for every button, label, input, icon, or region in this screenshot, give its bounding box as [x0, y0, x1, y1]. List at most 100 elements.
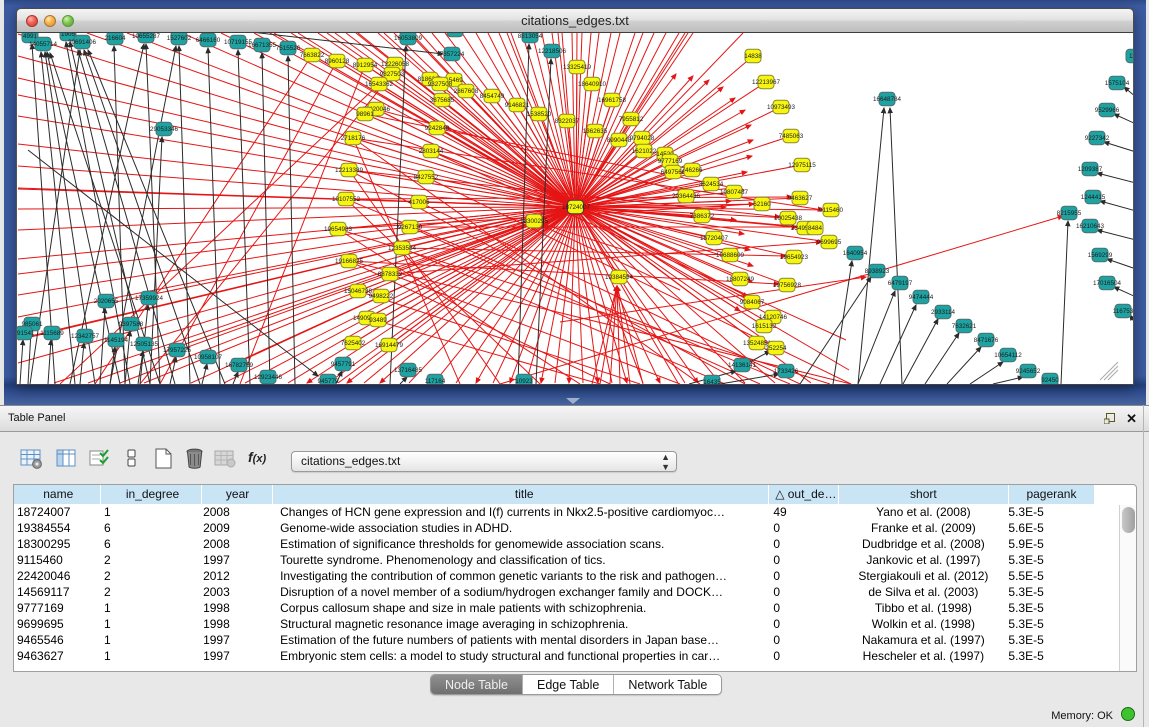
svg-text:1115689: 1115689 [40, 330, 64, 337]
svg-text:17957225: 17957225 [163, 347, 192, 354]
svg-text:9115460: 9115460 [819, 207, 844, 214]
svg-text:10654112: 10654112 [994, 352, 1022, 359]
svg-text:12213967: 12213967 [752, 79, 781, 86]
svg-text:2867608: 2867608 [454, 88, 479, 95]
svg-text:1640954: 1640954 [843, 250, 868, 257]
svg-text:19756928: 19756928 [773, 282, 802, 289]
svg-text:29053346: 29053346 [150, 126, 179, 133]
svg-text:16671355: 16671355 [248, 42, 277, 49]
svg-text:20691406: 20691406 [68, 39, 97, 46]
svg-text:18724007: 18724007 [562, 204, 591, 211]
svg-text:13325419: 13325419 [563, 64, 592, 71]
svg-text:93489: 93489 [369, 317, 387, 324]
svg-text:16648784: 16648784 [873, 96, 902, 103]
svg-text:1362635: 1362635 [583, 128, 608, 135]
svg-text:16782759: 16782759 [225, 362, 254, 369]
svg-text:92450: 92450 [1041, 377, 1059, 384]
svg-text:19654923: 19654923 [780, 254, 809, 261]
svg-text:6479197: 6479197 [888, 280, 913, 287]
svg-text:14055714: 14055714 [29, 41, 58, 48]
svg-text:9084067: 9084067 [740, 299, 765, 306]
svg-text:9463627: 9463627 [788, 195, 813, 202]
svg-text:16435: 16435 [703, 379, 721, 384]
svg-text:10655287: 10655287 [132, 33, 161, 40]
svg-text:9777169: 9777169 [658, 158, 683, 165]
svg-text:18640910: 18640910 [578, 81, 607, 88]
svg-text:9498222: 9498222 [369, 293, 394, 300]
svg-text:8484: 8484 [808, 225, 823, 232]
svg-text:7625402: 7625402 [341, 340, 366, 347]
svg-text:1538520: 1538520 [527, 111, 552, 118]
svg-text:7485063: 7485063 [779, 133, 804, 140]
svg-text:98961: 98961 [356, 111, 374, 118]
svg-text:3875685: 3875685 [430, 97, 455, 104]
svg-text:17016504: 17016504 [1093, 280, 1122, 287]
svg-text:16210643: 16210643 [1076, 223, 1105, 230]
svg-text:1733426: 1733426 [774, 368, 799, 375]
svg-text:9327508: 9327508 [428, 81, 453, 88]
svg-text:1569299: 1569299 [1088, 252, 1113, 259]
svg-text:7515526: 7515526 [276, 45, 301, 52]
svg-text:1209387: 1209387 [1078, 166, 1103, 173]
svg-text:17359924: 17359924 [135, 295, 164, 302]
svg-text:9245652: 9245652 [1016, 368, 1041, 375]
svg-text:8878332: 8878332 [378, 271, 403, 278]
svg-text:2933114: 2933114 [931, 309, 956, 316]
svg-text:8322037: 8322037 [555, 118, 580, 125]
svg-text:7357224: 7357224 [440, 51, 465, 58]
svg-text:417006: 417006 [408, 199, 430, 206]
svg-text:12505135: 12505135 [130, 341, 159, 348]
svg-text:10807487: 10807487 [720, 189, 749, 196]
svg-text:9699695: 9699695 [817, 239, 842, 246]
svg-text:9457791: 9457791 [331, 361, 356, 368]
svg-text:252254: 252254 [765, 345, 787, 352]
svg-text:1575104: 1575104 [1105, 80, 1130, 87]
svg-text:117: 117 [1129, 53, 1133, 60]
svg-text:12213389: 12213389 [335, 167, 364, 174]
svg-text:8454749: 8454749 [480, 93, 505, 100]
svg-text:9529966: 9529966 [1095, 107, 1120, 114]
svg-text:2803144: 2803144 [419, 148, 444, 155]
svg-text:7663822: 7663822 [300, 52, 325, 59]
svg-text:9397588: 9397588 [119, 321, 144, 328]
svg-text:991541: 991541 [17, 330, 35, 337]
svg-text:15720407: 15720407 [700, 235, 729, 242]
svg-text:8938923: 8938923 [865, 268, 890, 275]
svg-text:16053809: 16053809 [394, 35, 423, 42]
svg-text:8960128: 8960128 [325, 58, 350, 65]
svg-text:1145194: 1145194 [104, 337, 129, 344]
svg-text:10688609: 10688609 [716, 252, 745, 259]
svg-text:3624534: 3624534 [699, 181, 724, 188]
svg-text:8427552: 8427552 [414, 174, 439, 181]
svg-text:10973493: 10973493 [767, 104, 796, 111]
svg-text:1615132: 1615132 [752, 323, 777, 330]
svg-text:9474444: 9474444 [909, 294, 934, 301]
svg-text:16543362: 16543362 [365, 81, 394, 88]
svg-text:8215955: 8215955 [1057, 210, 1082, 217]
svg-text:1905: 1905 [61, 33, 76, 38]
svg-text:1527602: 1527602 [167, 35, 192, 42]
svg-text:2020655: 2020655 [94, 298, 119, 305]
svg-text:1621022: 1621022 [632, 148, 657, 155]
svg-text:945779: 945779 [317, 378, 339, 384]
svg-text:9794028: 9794028 [630, 135, 655, 142]
svg-text:1244415: 1244415 [1081, 194, 1106, 201]
svg-text:6466160: 6466160 [196, 37, 221, 44]
svg-text:19166825: 19166825 [335, 258, 364, 265]
svg-text:19654983: 19654983 [324, 226, 353, 233]
svg-text:19384554: 19384554 [605, 274, 634, 281]
svg-text:216604: 216604 [104, 35, 126, 42]
svg-text:16914479: 16914479 [375, 342, 404, 349]
svg-text:18807249: 18807249 [726, 276, 755, 283]
svg-text:8813054: 8813054 [518, 33, 543, 40]
svg-text:12353584: 12353584 [388, 245, 417, 252]
svg-text:9227342: 9227342 [1085, 135, 1110, 142]
svg-text:14838: 14838 [744, 53, 762, 60]
svg-text:95723: 95723 [446, 33, 464, 34]
svg-text:9242848: 9242848 [425, 125, 450, 132]
svg-text:746266: 746266 [681, 167, 703, 174]
svg-text:16961758: 16961758 [598, 97, 627, 104]
svg-text:2718176: 2718176 [341, 135, 366, 142]
svg-text:12975115: 12975115 [788, 162, 816, 169]
svg-text:10923: 10923 [515, 378, 533, 384]
